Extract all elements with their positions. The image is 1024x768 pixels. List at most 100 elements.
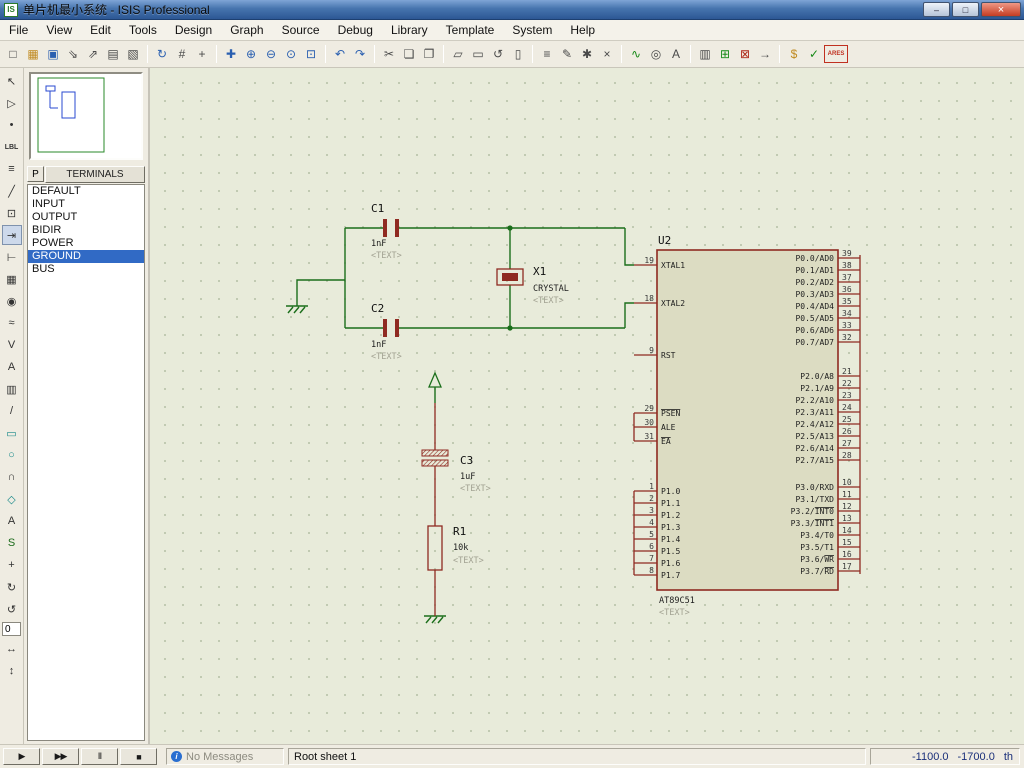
2d-path-mode-icon[interactable]: ◇ xyxy=(2,489,22,509)
schematic-overview[interactable] xyxy=(29,72,143,160)
menu-tools[interactable]: Tools xyxy=(120,21,166,39)
decompose-icon[interactable]: × xyxy=(597,44,617,64)
import-section-icon[interactable]: ⇘ xyxy=(63,44,83,64)
device-pin-mode-icon[interactable]: ⊢ xyxy=(2,247,22,267)
schematic-canvas[interactable]: C1 1nF <TEXT> C2 1nF <TEXT> X1 xyxy=(150,68,1021,744)
zoom-area-icon[interactable]: ⊡ xyxy=(301,44,321,64)
electrical-rule-check-icon[interactable]: ✓ xyxy=(804,44,824,64)
menu-template[interactable]: Template xyxy=(437,21,504,39)
subcircuit-mode-icon[interactable]: ⊡ xyxy=(2,203,22,223)
component-r1[interactable]: R1 10k <TEXT> xyxy=(428,525,484,570)
component-x1[interactable]: X1 CRYSTAL <TEXT> xyxy=(497,265,569,306)
new-design-icon[interactable]: □ xyxy=(3,44,23,64)
2d-line-mode-icon[interactable]: / xyxy=(2,401,22,421)
wire-autorouter-icon[interactable]: ∿ xyxy=(626,44,646,64)
menu-help[interactable]: Help xyxy=(561,21,604,39)
make-device-icon[interactable]: ✎ xyxy=(557,44,577,64)
stop-button[interactable]: ■ xyxy=(120,748,157,765)
menu-file[interactable]: File xyxy=(0,21,37,39)
terminal-item-bidir[interactable]: BIDIR xyxy=(28,224,144,237)
pick-parts-icon[interactable]: ≡ xyxy=(537,44,557,64)
rotate-clockwise-icon[interactable]: ↻ xyxy=(2,577,22,597)
rotate-anticlockwise-icon[interactable]: ↺ xyxy=(2,599,22,619)
mark-output-area-icon[interactable]: ▧ xyxy=(123,44,143,64)
schematic-editor[interactable]: C1 1nF <TEXT> C2 1nF <TEXT> X1 xyxy=(150,68,1024,744)
paste-icon[interactable]: ❐ xyxy=(419,44,439,64)
mirror-horizontal-icon[interactable]: ↔ xyxy=(2,639,22,659)
zoom-out-icon[interactable]: ⊖ xyxy=(261,44,281,64)
2d-marker-mode-icon[interactable]: + xyxy=(2,555,22,575)
step-button[interactable]: ▶▶ xyxy=(42,748,79,765)
refresh-display-icon[interactable]: ↻ xyxy=(152,44,172,64)
junction-dot-mode-icon[interactable]: • xyxy=(2,115,22,135)
2d-circle-mode-icon[interactable]: ○ xyxy=(2,445,22,465)
print-icon[interactable]: ▤ xyxy=(103,44,123,64)
menu-system[interactable]: System xyxy=(503,21,561,39)
design-explorer-icon[interactable]: ▥ xyxy=(695,44,715,64)
terminal-item-power[interactable]: POWER xyxy=(28,237,144,250)
menu-edit[interactable]: Edit xyxy=(81,21,120,39)
titlebar[interactable]: IS 单片机最小系统 - ISIS Professional – □ × xyxy=(0,0,1024,20)
save-design-icon[interactable]: ▣ xyxy=(43,44,63,64)
sheet-selector[interactable]: Root sheet 1 xyxy=(288,748,866,765)
toggle-origin-icon[interactable]: + xyxy=(192,44,212,64)
menu-source[interactable]: Source xyxy=(273,21,329,39)
goto-sheet-icon[interactable]: → xyxy=(755,44,775,64)
selection-mode-icon[interactable]: ↖ xyxy=(2,71,22,91)
current-probe-mode-icon[interactable]: A xyxy=(2,357,22,377)
buses-mode-icon[interactable]: ╱ xyxy=(2,181,22,201)
component-c3[interactable]: C3 1uF <TEXT> xyxy=(422,450,491,494)
netlist-to-ares-icon[interactable]: ARES xyxy=(824,45,848,63)
2d-text-mode-icon[interactable]: A xyxy=(2,511,22,531)
pan-centre-icon[interactable]: ✚ xyxy=(221,44,241,64)
terminal-item-bus[interactable]: BUS xyxy=(28,263,144,276)
rotation-angle-input[interactable] xyxy=(2,622,21,636)
menu-library[interactable]: Library xyxy=(382,21,437,39)
block-copy-icon[interactable]: ▱ xyxy=(448,44,468,64)
wire-label-mode-icon[interactable]: LBL xyxy=(2,137,22,157)
terminal-item-default[interactable]: DEFAULT xyxy=(28,185,144,198)
pick-devices-button[interactable]: P xyxy=(27,166,44,182)
maximize-button[interactable]: □ xyxy=(952,2,979,17)
2d-symbol-mode-icon[interactable]: S xyxy=(2,533,22,553)
terminal-item-output[interactable]: OUTPUT xyxy=(28,211,144,224)
text-script-mode-icon[interactable]: ≡ xyxy=(2,159,22,179)
property-assignment-icon[interactable]: A xyxy=(666,44,686,64)
close-button[interactable]: × xyxy=(981,2,1021,17)
mirror-vertical-icon[interactable]: ↕ xyxy=(2,661,22,681)
2d-arc-mode-icon[interactable]: ∩ xyxy=(2,467,22,487)
export-section-icon[interactable]: ⇗ xyxy=(83,44,103,64)
tape-recorder-mode-icon[interactable]: ◉ xyxy=(2,291,22,311)
play-button[interactable]: ▶ xyxy=(3,748,40,765)
remove-sheet-icon[interactable]: ⊠ xyxy=(735,44,755,64)
bill-of-materials-icon[interactable]: $ xyxy=(784,44,804,64)
pause-button[interactable]: Ⅱ xyxy=(81,748,118,765)
packaging-tool-icon[interactable]: ✱ xyxy=(577,44,597,64)
menu-graph[interactable]: Graph xyxy=(221,21,272,39)
component-mode-icon[interactable]: ▷ xyxy=(2,93,22,113)
toggle-grid-icon[interactable]: # xyxy=(172,44,192,64)
2d-box-mode-icon[interactable]: ▭ xyxy=(2,423,22,443)
zoom-in-icon[interactable]: ⊕ xyxy=(241,44,261,64)
undo-icon[interactable]: ↶ xyxy=(330,44,350,64)
terminal-item-ground[interactable]: GROUND xyxy=(28,250,144,263)
component-c1[interactable]: C1 1nF <TEXT> xyxy=(371,202,402,261)
virtual-instruments-mode-icon[interactable]: ▥ xyxy=(2,379,22,399)
redo-icon[interactable]: ↷ xyxy=(350,44,370,64)
menu-debug[interactable]: Debug xyxy=(329,21,382,39)
generator-mode-icon[interactable]: ≈ xyxy=(2,313,22,333)
copy-icon[interactable]: ❏ xyxy=(399,44,419,64)
cut-icon[interactable]: ✂ xyxy=(379,44,399,64)
block-delete-icon[interactable]: ▯ xyxy=(508,44,528,64)
menu-view[interactable]: View xyxy=(37,21,81,39)
minimize-button[interactable]: – xyxy=(923,2,950,17)
block-move-icon[interactable]: ▭ xyxy=(468,44,488,64)
search-and-tag-icon[interactable]: ◎ xyxy=(646,44,666,64)
graph-mode-icon[interactable]: ▦ xyxy=(2,269,22,289)
open-design-icon[interactable]: ▦ xyxy=(23,44,43,64)
component-c2[interactable]: C2 1nF <TEXT> xyxy=(371,302,402,362)
terminal-item-input[interactable]: INPUT xyxy=(28,198,144,211)
zoom-all-icon[interactable]: ⊙ xyxy=(281,44,301,64)
component-u2[interactable]: U2 AT89C51 <TEXT> 19XTAL1 18XTAL2 9RST 2… xyxy=(644,234,851,618)
power-terminal-icon[interactable] xyxy=(429,373,441,387)
